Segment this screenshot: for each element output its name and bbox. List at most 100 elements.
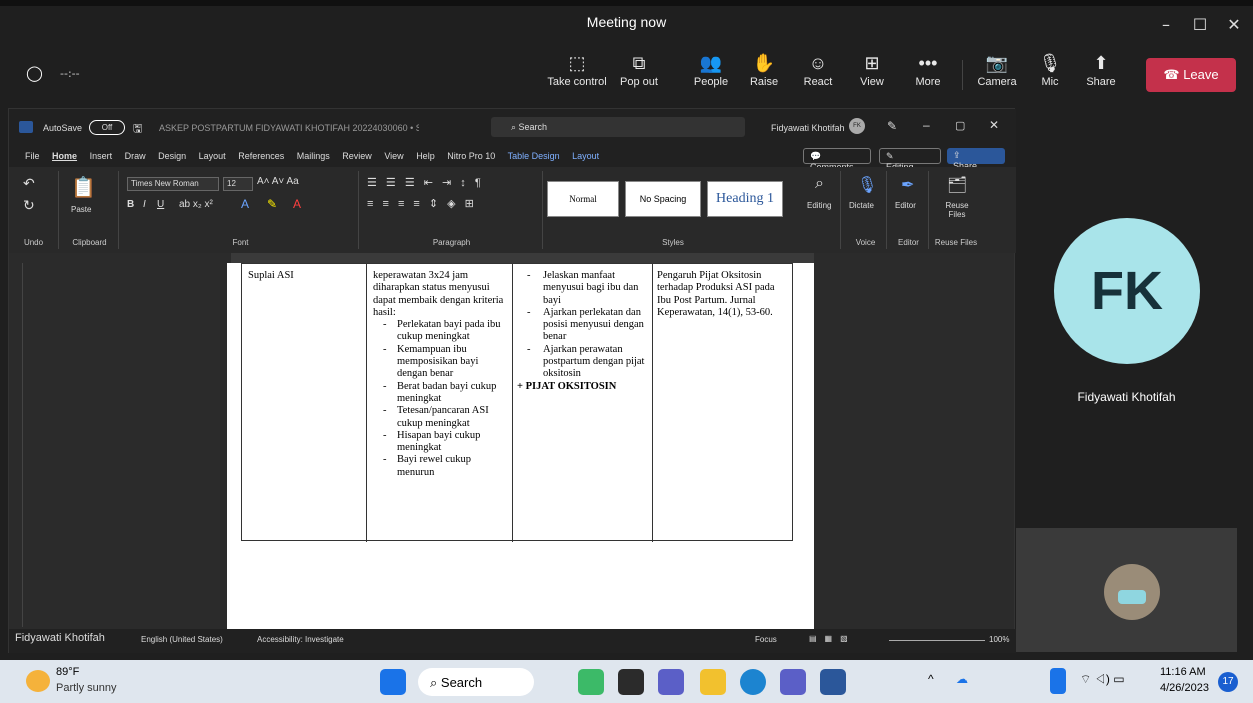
teams-icon[interactable] [780,669,806,695]
bold-icon[interactable]: B [127,199,134,210]
pop-out-button[interactable]: ⧉ Pop out [614,48,664,102]
table-cell-reference[interactable]: Pengaruh Pijat Oksitosin terhadap Produk… [653,264,794,542]
close-button[interactable]: ✕ [1216,10,1252,40]
word-title-bar: AutoSave Off 🖫 ASKEP POSTPARTUM FIDYAWAT… [9,109,1016,145]
find-icon[interactable]: ⌕ [815,175,824,193]
font-color-icon[interactable]: A [293,197,301,211]
accessibility-status[interactable]: Accessibility: Investigate [257,635,344,644]
word-taskbar-icon[interactable] [820,669,846,695]
editor-icon[interactable]: ✒ [901,175,914,195]
take-control-button[interactable]: ⬚ Take control [546,48,608,102]
tab-insert[interactable]: Insert [90,151,113,161]
list-item: Bayi rewel cukup menurun [373,454,506,479]
search-box[interactable]: ⌕ Search [491,117,745,137]
share-button[interactable]: ⬆ Share [1080,48,1122,102]
account-avatar[interactable]: FK [849,118,865,134]
presenter-name: Fidyawati Khotifah [15,632,105,644]
minimize-icon[interactable]: – [923,118,930,132]
autosave-toggle[interactable]: Off [89,120,125,135]
tab-mailings[interactable]: Mailings [297,151,330,161]
view-button[interactable]: ⊞ View [852,48,892,102]
reuse-files-icon[interactable]: 🗂 [947,175,967,195]
taskbar-search[interactable]: ⌕ Search [418,668,534,696]
tab-design[interactable]: Design [158,151,186,161]
align-icons[interactable]: ≡ ≡ ≡ ≡ ⇕ ◈ ⊞ [367,197,477,210]
redo-icon[interactable]: ↻ [23,197,35,214]
people-button[interactable]: 👥 People [688,48,734,102]
pen-icon[interactable]: ✎ [887,119,897,133]
highlight-icon[interactable]: ✎ [267,197,277,211]
share-doc-button[interactable]: ⇪ Share [947,148,1005,171]
react-button[interactable]: ☺ React [798,48,838,102]
table-cell-criteria[interactable]: keperawatan 3x24 jam diharapkan status m… [367,264,513,542]
table-cell-intervention[interactable]: Jelaskan manfaat menyusui bagi ibu dan b… [513,264,653,542]
paste-label: Paste [71,205,92,214]
list-item: Jelaskan manfaat menyusui bagi ibu dan b… [517,270,648,307]
list-icons[interactable]: ☰ ☰ ☰ ⇤ ⇥ ↕ ¶ [367,176,484,189]
font-name-select[interactable]: Times New Roman [127,177,219,191]
meeting-timer: --:-- [60,67,80,80]
maximize-button[interactable]: ☐ [1182,10,1218,40]
tab-help[interactable]: Help [416,151,435,161]
search-icon: ⌕ [511,122,519,132]
list-item: Ajarkan perawatan postpartum dengan pija… [517,344,648,381]
document-page[interactable]: Suplai ASI keperawatan 3x24 jam diharapk… [227,263,814,629]
underline-icon[interactable]: U [157,199,164,210]
font-size-select[interactable]: 12 [223,177,253,191]
camera-button[interactable]: 📷 Camera [972,48,1022,102]
paste-icon[interactable]: 📋 [71,175,96,200]
account-name: Fidyawati Khotifah [771,123,845,133]
tab-file[interactable]: File [25,151,40,161]
tab-table-layout[interactable]: Layout [572,151,599,161]
mic-active-icon[interactable] [1050,668,1066,694]
share-doc-icon: ⇪ [953,150,961,160]
minimize-button[interactable]: – [1148,10,1184,40]
task-view-icon[interactable] [618,669,644,695]
mic-button[interactable]: 🎙 Mic [1030,48,1070,102]
more-button[interactable]: ••• More [906,48,950,102]
leave-button[interactable]: ☎ Leave [1146,58,1236,92]
file-explorer-icon[interactable] [700,669,726,695]
tab-review[interactable]: Review [342,151,372,161]
weather-icon[interactable] [26,670,50,692]
notification-badge[interactable]: 17 [1218,672,1238,692]
vertical-ruler[interactable] [9,263,23,627]
word-status-bar: Fidyawati Khotifah English (United State… [9,629,1016,653]
tab-draw[interactable]: Draw [125,151,146,161]
view-mode-icons[interactable]: ▤▦▧ [809,634,856,643]
horizontal-ruler[interactable] [231,253,814,263]
dictate-icon[interactable]: 🎙 [857,175,877,195]
comments-button[interactable]: 💬Comments [803,148,871,172]
font-grow-icon[interactable]: A˄ A˅ Aa [257,176,299,187]
style-no-spacing[interactable]: No Spacing [625,181,701,217]
edge-icon[interactable] [740,669,766,695]
strike-icon[interactable]: ab x₂ x² [179,199,213,210]
editing-mode-button[interactable]: ✎ Editing [879,148,941,172]
tab-view[interactable]: View [384,151,403,161]
undo-icon[interactable]: ↶ [23,175,35,192]
text-effects-icon[interactable]: A [241,197,249,211]
language-status[interactable]: English (United States) [141,635,223,644]
tab-home[interactable]: Home [52,151,77,161]
widgets-icon[interactable] [578,669,604,695]
save-icon[interactable]: 🖫 [133,120,142,139]
raise-hand-button[interactable]: ✋ Raise [744,48,784,102]
style-heading1[interactable]: Heading 1 [707,181,783,217]
chat-icon[interactable] [658,669,684,695]
focus-button[interactable]: Focus [755,635,777,644]
start-icon[interactable] [380,669,406,695]
voice-group: 🎙 Dictate Voice [845,171,887,249]
tab-references[interactable]: References [238,151,284,161]
onedrive-icon[interactable]: ☁ [956,672,968,686]
tab-nitro[interactable]: Nitro Pro 10 [447,151,495,161]
restore-icon[interactable]: ▢ [955,119,965,132]
tab-table-design[interactable]: Table Design [508,151,560,161]
italic-icon[interactable]: I [143,199,146,210]
zoom-slider[interactable] [889,640,985,641]
tab-layout[interactable]: Layout [199,151,226,161]
table-cell-diagnosis[interactable]: Suplai ASI [242,264,367,542]
close-icon[interactable]: ✕ [989,118,999,132]
style-normal[interactable]: Normal [547,181,619,217]
network-volume-icons[interactable]: ⌔ ◁) ▭ [1080,672,1125,687]
tray-chevron-icon[interactable]: ^ [928,672,934,686]
